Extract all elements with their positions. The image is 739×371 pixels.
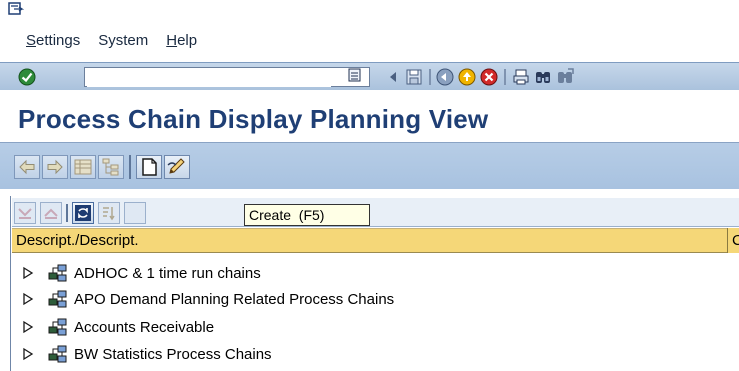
- create-button[interactable]: [136, 155, 162, 179]
- back-icon[interactable]: [436, 68, 454, 86]
- create-tooltip: Create (F5): [244, 204, 370, 226]
- tree-row[interactable]: Accounts Receivable: [22, 314, 214, 340]
- command-field[interactable]: [84, 67, 370, 87]
- column-header-2-label: C: [732, 232, 739, 249]
- refresh-icon: [75, 205, 91, 221]
- column-header-description: Descript./Descript.: [16, 232, 139, 249]
- tree-toolbar: [12, 198, 739, 227]
- tree-row-label: ADHOC & 1 time run chains: [74, 264, 261, 282]
- process-chain-icon: [48, 318, 67, 336]
- tree-row[interactable]: APO Demand Planning Related Process Chai…: [22, 286, 394, 312]
- find-icon[interactable]: [534, 68, 552, 86]
- command-input[interactable]: [87, 69, 331, 87]
- expand-triangle-icon[interactable]: [22, 292, 34, 306]
- tree-row-label: APO Demand Planning Related Process Chai…: [74, 290, 395, 308]
- tree-row[interactable]: BW Statistics Process Chains: [22, 341, 272, 367]
- enter-check-icon[interactable]: [18, 68, 36, 86]
- change-button[interactable]: [164, 155, 190, 179]
- tree-structure-icon: [102, 158, 119, 176]
- new-document-icon: [142, 158, 157, 176]
- save-icon[interactable]: [405, 68, 423, 86]
- collapse-all-button[interactable]: [40, 202, 62, 224]
- expand-triangle-icon[interactable]: [22, 320, 34, 334]
- tree-toolbar-separator: [66, 204, 68, 222]
- refresh-button[interactable]: [72, 202, 94, 224]
- command-history-icon[interactable]: [348, 68, 362, 82]
- menu-area: Settings System Help: [0, 0, 739, 63]
- application-toolbar: [0, 142, 739, 189]
- menu-help[interactable]: Help: [166, 32, 197, 49]
- exit-icon[interactable]: [458, 68, 476, 86]
- sort-icon: [103, 207, 115, 221]
- menubar: Settings System Help: [0, 29, 197, 51]
- list-icon: [74, 159, 92, 175]
- expand-down-icon: [18, 208, 32, 219]
- expand-all-button[interactable]: [14, 202, 36, 224]
- find-next-icon[interactable]: [556, 68, 574, 86]
- process-chain-icon: [48, 290, 67, 308]
- menu-settings[interactable]: Settings: [26, 32, 80, 49]
- overview-button[interactable]: [70, 155, 96, 179]
- toolbar-separator: [129, 155, 131, 179]
- menu-system[interactable]: System: [98, 32, 148, 49]
- hierarchy-button[interactable]: [98, 155, 124, 179]
- tree-row-label: BW Statistics Process Chains: [74, 345, 272, 363]
- page-title: Process Chain Display Planning View: [18, 104, 489, 134]
- collapse-up-icon: [44, 208, 58, 219]
- arrow-left-icon: [19, 159, 35, 175]
- tree-row[interactable]: ADHOC & 1 time run chains: [22, 260, 261, 286]
- collapse-arrow-icon[interactable]: [385, 68, 403, 86]
- edit-pencil-icon: [167, 158, 185, 174]
- previous-button[interactable]: [14, 155, 40, 179]
- process-chain-icon: [48, 345, 67, 363]
- cancel-icon[interactable]: [480, 68, 498, 86]
- print-icon[interactable]: [512, 68, 530, 86]
- toolbar-separator: [429, 69, 431, 85]
- system-toolbar: [0, 62, 739, 92]
- more-button[interactable]: [124, 202, 146, 224]
- expand-triangle-icon[interactable]: [22, 347, 34, 361]
- tree-row-label: Accounts Receivable: [74, 318, 215, 336]
- sort-button[interactable]: [98, 202, 120, 224]
- process-chain-icon: [48, 264, 67, 282]
- menu-launcher-icon[interactable]: [8, 2, 25, 16]
- toolbar-separator: [504, 69, 506, 85]
- expand-triangle-icon[interactable]: [22, 266, 34, 280]
- arrow-right-icon: [47, 159, 63, 175]
- next-button[interactable]: [42, 155, 68, 179]
